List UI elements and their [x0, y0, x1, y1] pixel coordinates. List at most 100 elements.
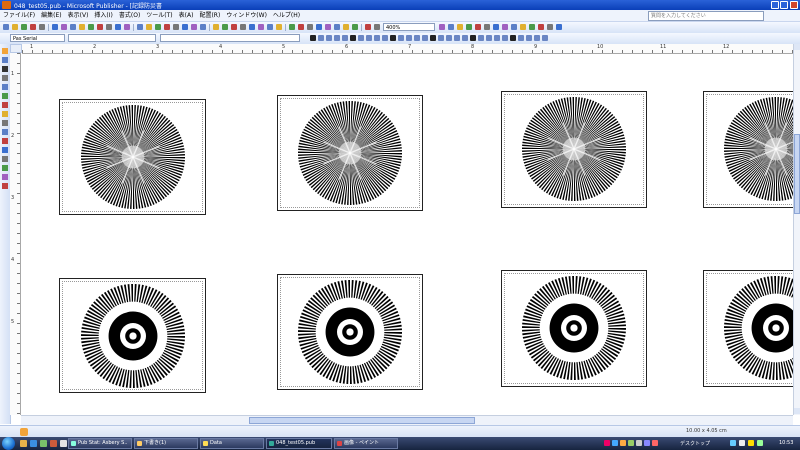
tray-app-icon-5[interactable]	[636, 440, 642, 446]
object-tool-icon[interactable]	[2, 174, 8, 180]
help-search-input[interactable]: 質問を入力してください	[648, 11, 764, 21]
format-button-icon[interactable]	[334, 35, 340, 41]
tray-app-icon-2[interactable]	[612, 440, 618, 446]
toolbar-button-icon[interactable]	[88, 24, 94, 30]
desktop-toolbar-label[interactable]: デスクトップ	[680, 440, 710, 447]
page-starburst-1[interactable]	[59, 99, 206, 215]
security-icon[interactable]	[748, 440, 754, 446]
toolbar-button-icon[interactable]	[502, 24, 508, 30]
toolbar-button-icon[interactable]	[106, 24, 112, 30]
format-button-icon[interactable]	[462, 35, 468, 41]
task-pub-stat[interactable]: Pub Stat: Asbery S..	[68, 438, 132, 449]
horizontal-ruler[interactable]: 1 2 3 4 5 6 7 8 9 10 11 12	[22, 44, 796, 54]
object-tool-icon[interactable]	[2, 129, 8, 135]
format-button-icon[interactable]	[430, 35, 436, 41]
task-publisher-active[interactable]: 048_test05.pub	[266, 438, 332, 449]
format-button-icon[interactable]	[358, 35, 364, 41]
format-button-icon[interactable]	[382, 35, 388, 41]
quicklaunch-app-icon[interactable]	[60, 440, 67, 447]
toolbar-button-icon[interactable]	[258, 24, 264, 30]
menu-tools[interactable]: ツール(T)	[143, 10, 175, 21]
page-starburst-3[interactable]	[501, 91, 647, 208]
style-dropdown[interactable]: Pas Serial	[10, 34, 65, 42]
toolbar-button-icon[interactable]	[79, 24, 85, 30]
toolbar-button-icon[interactable]	[298, 24, 304, 30]
tray-app-icon-1[interactable]	[604, 440, 610, 446]
toolbar-button-icon[interactable]	[547, 24, 553, 30]
toolbar-button-icon[interactable]	[439, 24, 445, 30]
close-button[interactable]	[790, 1, 798, 9]
format-button-icon[interactable]	[366, 35, 372, 41]
toolbar-button-icon[interactable]	[231, 24, 237, 30]
toolbar-button-icon[interactable]	[124, 24, 130, 30]
object-tool-icon[interactable]	[2, 102, 8, 108]
font-dropdown[interactable]	[68, 34, 156, 42]
toolbar-button-icon[interactable]	[164, 24, 170, 30]
menu-insert[interactable]: 挿入(I)	[91, 10, 115, 21]
toolbar-button-icon[interactable]	[137, 24, 143, 30]
format-button-icon[interactable]	[526, 35, 532, 41]
toolbar-button-icon[interactable]	[240, 24, 246, 30]
tray-app-icon-3[interactable]	[620, 440, 626, 446]
toolbar-button-icon[interactable]	[39, 24, 45, 30]
object-tool-icon[interactable]	[2, 156, 8, 162]
toolbar-button-icon[interactable]	[457, 24, 463, 30]
toolbar-button-icon[interactable]	[70, 24, 76, 30]
toolbar-button-icon[interactable]	[343, 24, 349, 30]
toolbar-button-icon[interactable]	[213, 24, 219, 30]
tray-app-icon-6[interactable]	[644, 440, 650, 446]
format-button-icon[interactable]	[390, 35, 396, 41]
zoom-dropdown[interactable]: 400%	[383, 23, 435, 31]
tray-app-icon-7[interactable]	[652, 440, 658, 446]
toolbar-button-icon[interactable]	[365, 24, 371, 30]
toolbar-button-icon[interactable]	[484, 24, 490, 30]
menu-view[interactable]: 表示(V)	[65, 10, 92, 21]
scroll-up-arrow[interactable]	[794, 44, 800, 50]
menu-help[interactable]: ヘルプ(H)	[270, 10, 303, 21]
toolbar-button-icon[interactable]	[222, 24, 228, 30]
toolbar-button-icon[interactable]	[316, 24, 322, 30]
format-button-icon[interactable]	[470, 35, 476, 41]
toolbar-button-icon[interactable]	[325, 24, 331, 30]
menu-format[interactable]: 書式(O)	[116, 10, 143, 21]
toolbar-button-icon[interactable]	[12, 24, 18, 30]
object-tool-icon[interactable]	[2, 93, 8, 99]
toolbar-button-icon[interactable]	[493, 24, 499, 30]
format-button-icon[interactable]	[502, 35, 508, 41]
object-tool-icon[interactable]	[2, 147, 8, 153]
toolbar-button-icon[interactable]	[556, 24, 562, 30]
toolbar-button-icon[interactable]	[334, 24, 340, 30]
task-draft[interactable]: 下書き(1)	[134, 438, 198, 449]
format-button-icon[interactable]	[494, 35, 500, 41]
format-button-icon[interactable]	[350, 35, 356, 41]
format-button-icon[interactable]	[310, 35, 316, 41]
toolbar-button-icon[interactable]	[191, 24, 197, 30]
menu-window[interactable]: ウィンドウ(W)	[223, 10, 270, 21]
publication-canvas[interactable]	[21, 54, 793, 415]
toolbar-button-icon[interactable]	[538, 24, 544, 30]
format-button-icon[interactable]	[326, 35, 332, 41]
format-button-icon[interactable]	[454, 35, 460, 41]
menu-table[interactable]: 表(A)	[176, 10, 197, 21]
object-tool-icon[interactable]	[2, 111, 8, 117]
minimize-button[interactable]	[771, 1, 779, 9]
toolbar-button-icon[interactable]	[200, 24, 206, 30]
quicklaunch-desktop-icon[interactable]	[40, 440, 47, 447]
toolbar-button-icon[interactable]	[374, 24, 380, 30]
volume-icon[interactable]	[739, 440, 745, 446]
toolbar-button-icon[interactable]	[520, 24, 526, 30]
toolbar-button-icon[interactable]	[182, 24, 188, 30]
format-button-icon[interactable]	[510, 35, 516, 41]
format-button-icon[interactable]	[398, 35, 404, 41]
maximize-button[interactable]	[780, 1, 788, 9]
object-tool-icon[interactable]	[2, 66, 8, 72]
toolbar-button-icon[interactable]	[97, 24, 103, 30]
toolbar-button-icon[interactable]	[61, 24, 67, 30]
toolbar-button-icon[interactable]	[511, 24, 517, 30]
publisher-app-icon[interactable]	[2, 1, 11, 9]
format-button-icon[interactable]	[518, 35, 524, 41]
format-button-icon[interactable]	[374, 35, 380, 41]
toolbar-button-icon[interactable]	[155, 24, 161, 30]
page-navigation-icon[interactable]	[20, 428, 28, 436]
vertical-scrollbar[interactable]	[793, 44, 800, 415]
